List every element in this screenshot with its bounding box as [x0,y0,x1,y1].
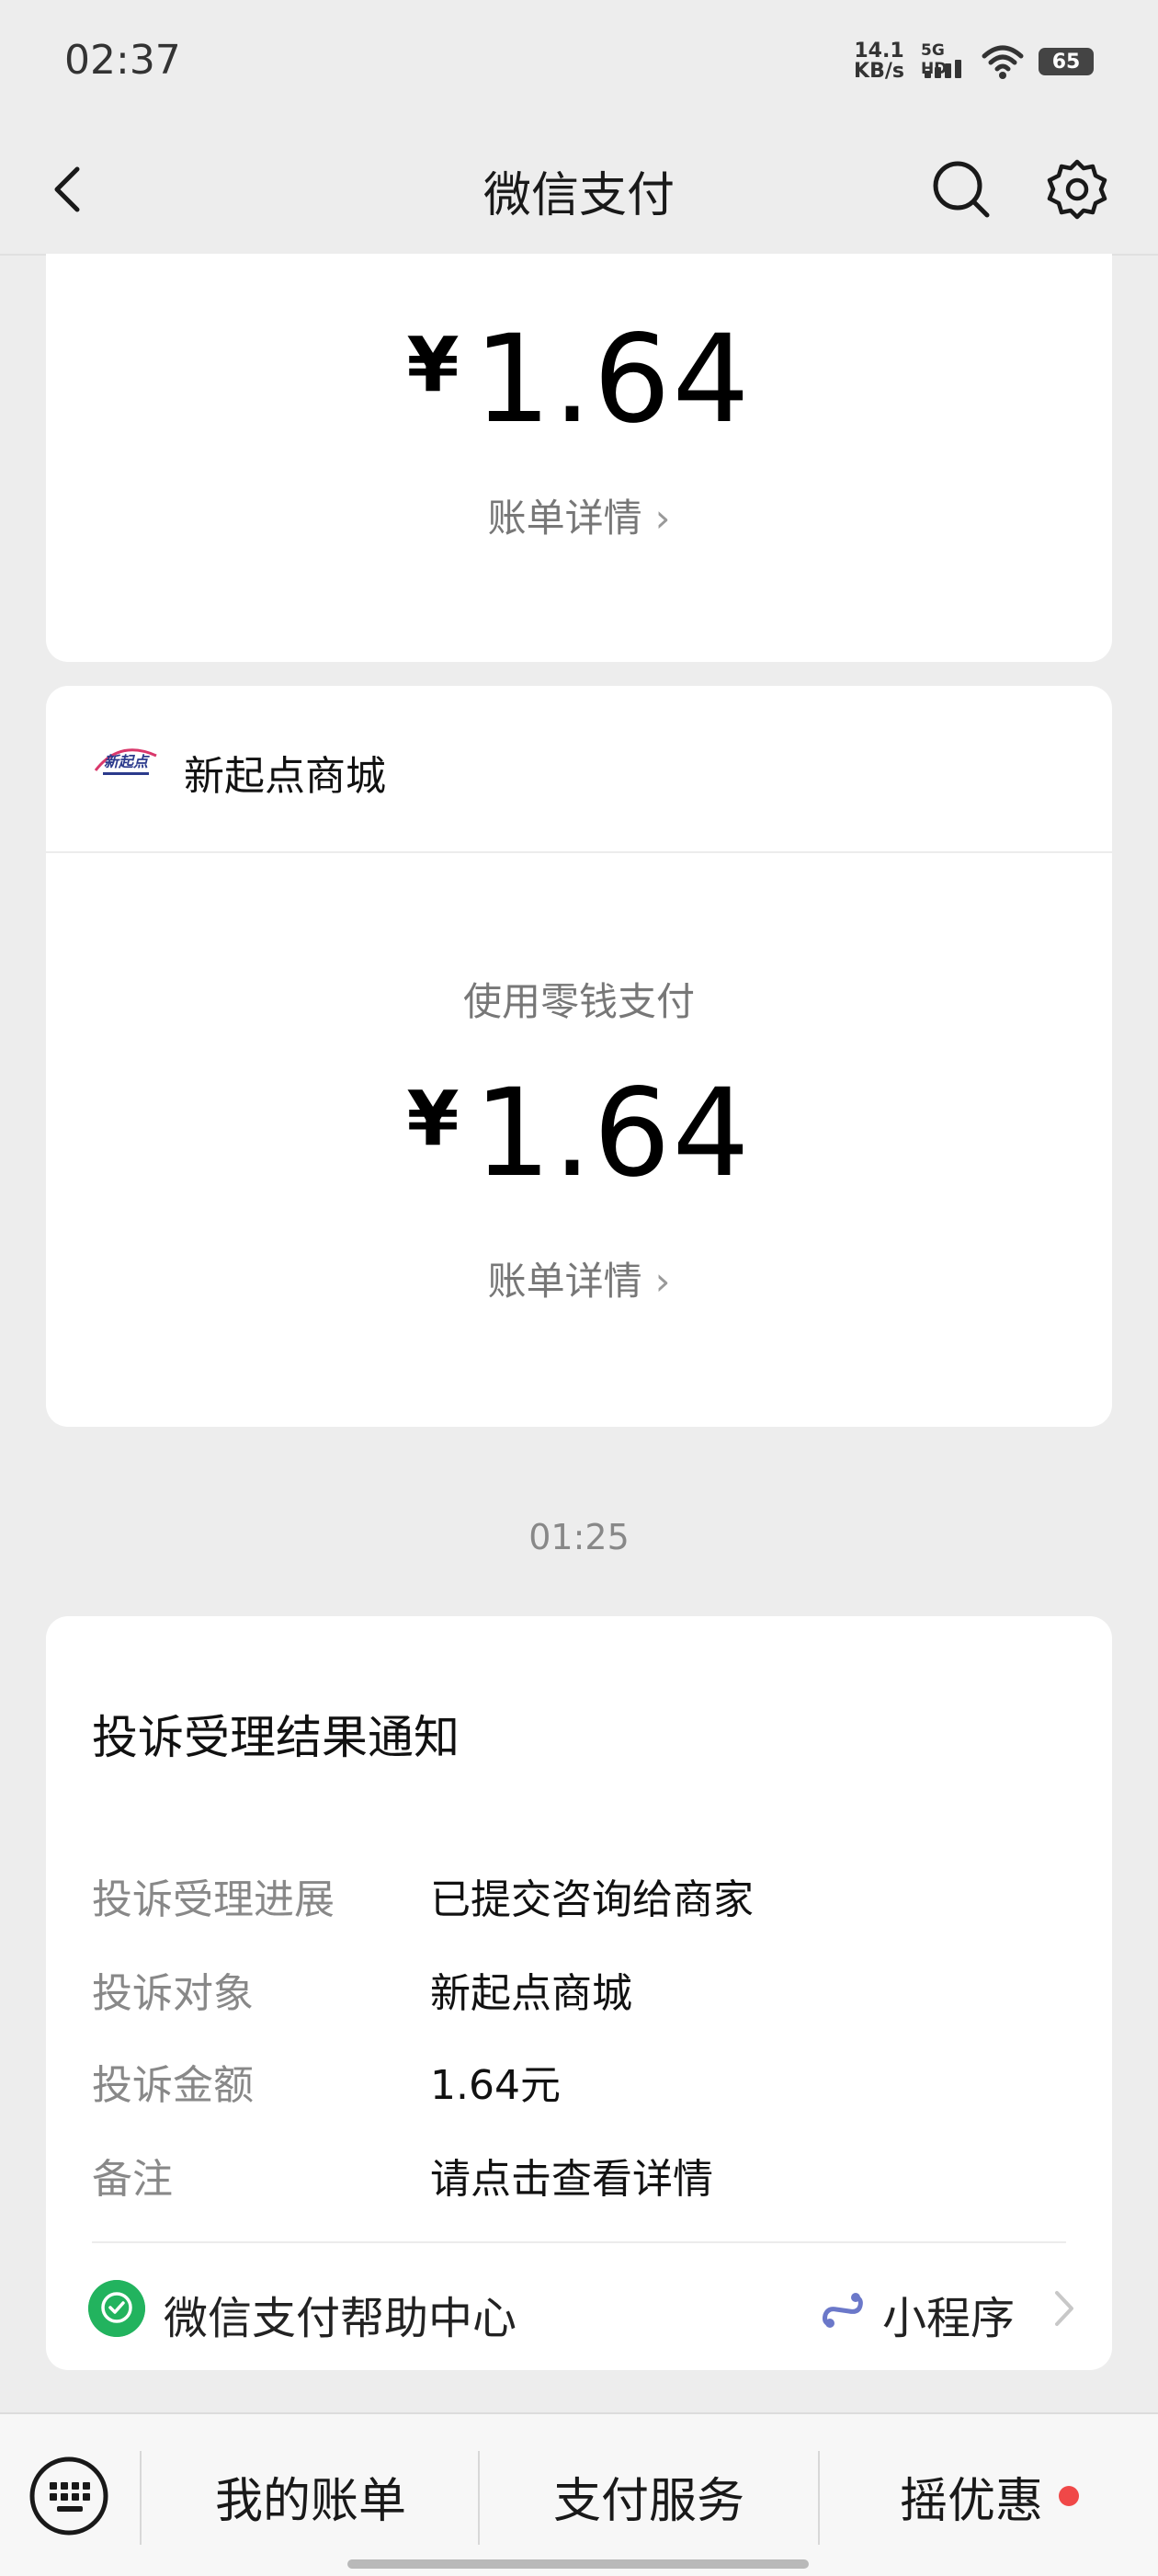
payment-card[interactable]: 新起点 新起点商城 使用零钱支付 ¥1.64 账单详情 › [46,686,1112,1427]
network-speed-unit: KB/s [854,60,904,83]
menu-item-pay-services[interactable]: 支付服务 [480,2462,818,2531]
complaint-notice-card[interactable]: 投诉受理结果通知 投诉受理进展 已提交咨询给商家 投诉对象 新起点商城 投诉金额… [46,1616,1112,2370]
chevron-right-icon: › [654,1259,671,1304]
wechat-pay-icon [88,2280,145,2337]
merchant-name: 新起点商城 [184,753,386,800]
detail-row: 投诉金额 1.64元 [92,2052,1066,2109]
merchant-header[interactable]: 新起点 新起点商城 [46,686,1112,853]
detail-row: 投诉对象 新起点商城 [92,1960,1066,2017]
keyboard-icon[interactable] [28,2455,110,2537]
detail-value: 1.64元 [430,2062,561,2109]
status-time: 02:37 [64,37,181,84]
detail-row: 投诉受理进展 已提交咨询给商家 [92,1866,1066,1923]
detail-key: 投诉对象 [92,1970,254,2017]
bill-detail-link[interactable]: 账单详情 › [46,1250,1112,1306]
notification-dot [1059,2486,1079,2506]
chevron-right-icon: › [654,496,671,541]
notice-title: 投诉受理结果通知 [92,1711,460,1764]
pay-method: 使用零钱支付 [462,979,695,1024]
battery-icon: 65 [1039,48,1094,75]
amount-value: 1.64 [473,1063,752,1204]
bill-detail-label: 账单详情 [487,1259,642,1304]
help-center-row[interactable]: 微信支付帮助中心 小程序 [46,2243,1112,2370]
home-indicator[interactable] [347,2559,809,2569]
detail-key: 备注 [92,2156,173,2203]
gear-icon[interactable] [1044,156,1110,222]
chevron-right-icon [1055,2291,1073,2326]
mini-program-label: 小程序 [882,2293,1016,2344]
detail-value: 请点击查看详情 [430,2156,713,2203]
detail-key: 投诉受理进展 [92,1876,335,1923]
menu-item-my-bills[interactable]: 我的账单 [142,2462,480,2531]
network-speed: 14.1 KB/s [854,41,904,82]
nav-bar: 微信支付 [0,129,1158,254]
currency-symbol: ¥ [406,322,461,409]
merchant-logo-text: 新起点 [104,753,150,770]
payment-amount: ¥1.64 [46,1063,1112,1204]
detail-value: 已提交咨询给商家 [430,1876,754,1923]
currency-symbol: ¥ [406,1076,461,1163]
help-center-label: 微信支付帮助中心 [164,2293,517,2344]
wifi-icon [982,45,1024,79]
mini-program-icon [823,2293,863,2328]
bill-detail-link[interactable]: 账单详情 › [46,487,1112,543]
bottom-menu-bar: 我的账单 支付服务 摇优惠 [0,2412,1158,2576]
merchant-logo: 新起点 [94,748,157,775]
network-speed-value: 14.1 [854,40,904,63]
status-bar: 02:37 14.1 KB/s 5G HD 65 [0,0,1158,129]
detail-row: 备注 请点击查看详情 [92,2146,1066,2203]
status-icons: 14.1 KB/s 5G HD 65 [854,39,1094,85]
cellular-signal-icon: 5G HD [919,41,967,82]
amount-value: 1.64 [473,309,752,450]
detail-value: 新起点商城 [430,1970,632,2017]
payment-amount: ¥1.64 [46,309,1112,450]
detail-key: 投诉金额 [92,2062,254,2109]
battery-level: 65 [1051,50,1081,74]
payment-card-top: ¥1.64 账单详情 › [46,254,1112,662]
bill-detail-label: 账单详情 [487,496,642,541]
search-icon[interactable] [928,156,994,222]
message-timestamp: 01:25 [528,1517,630,1557]
